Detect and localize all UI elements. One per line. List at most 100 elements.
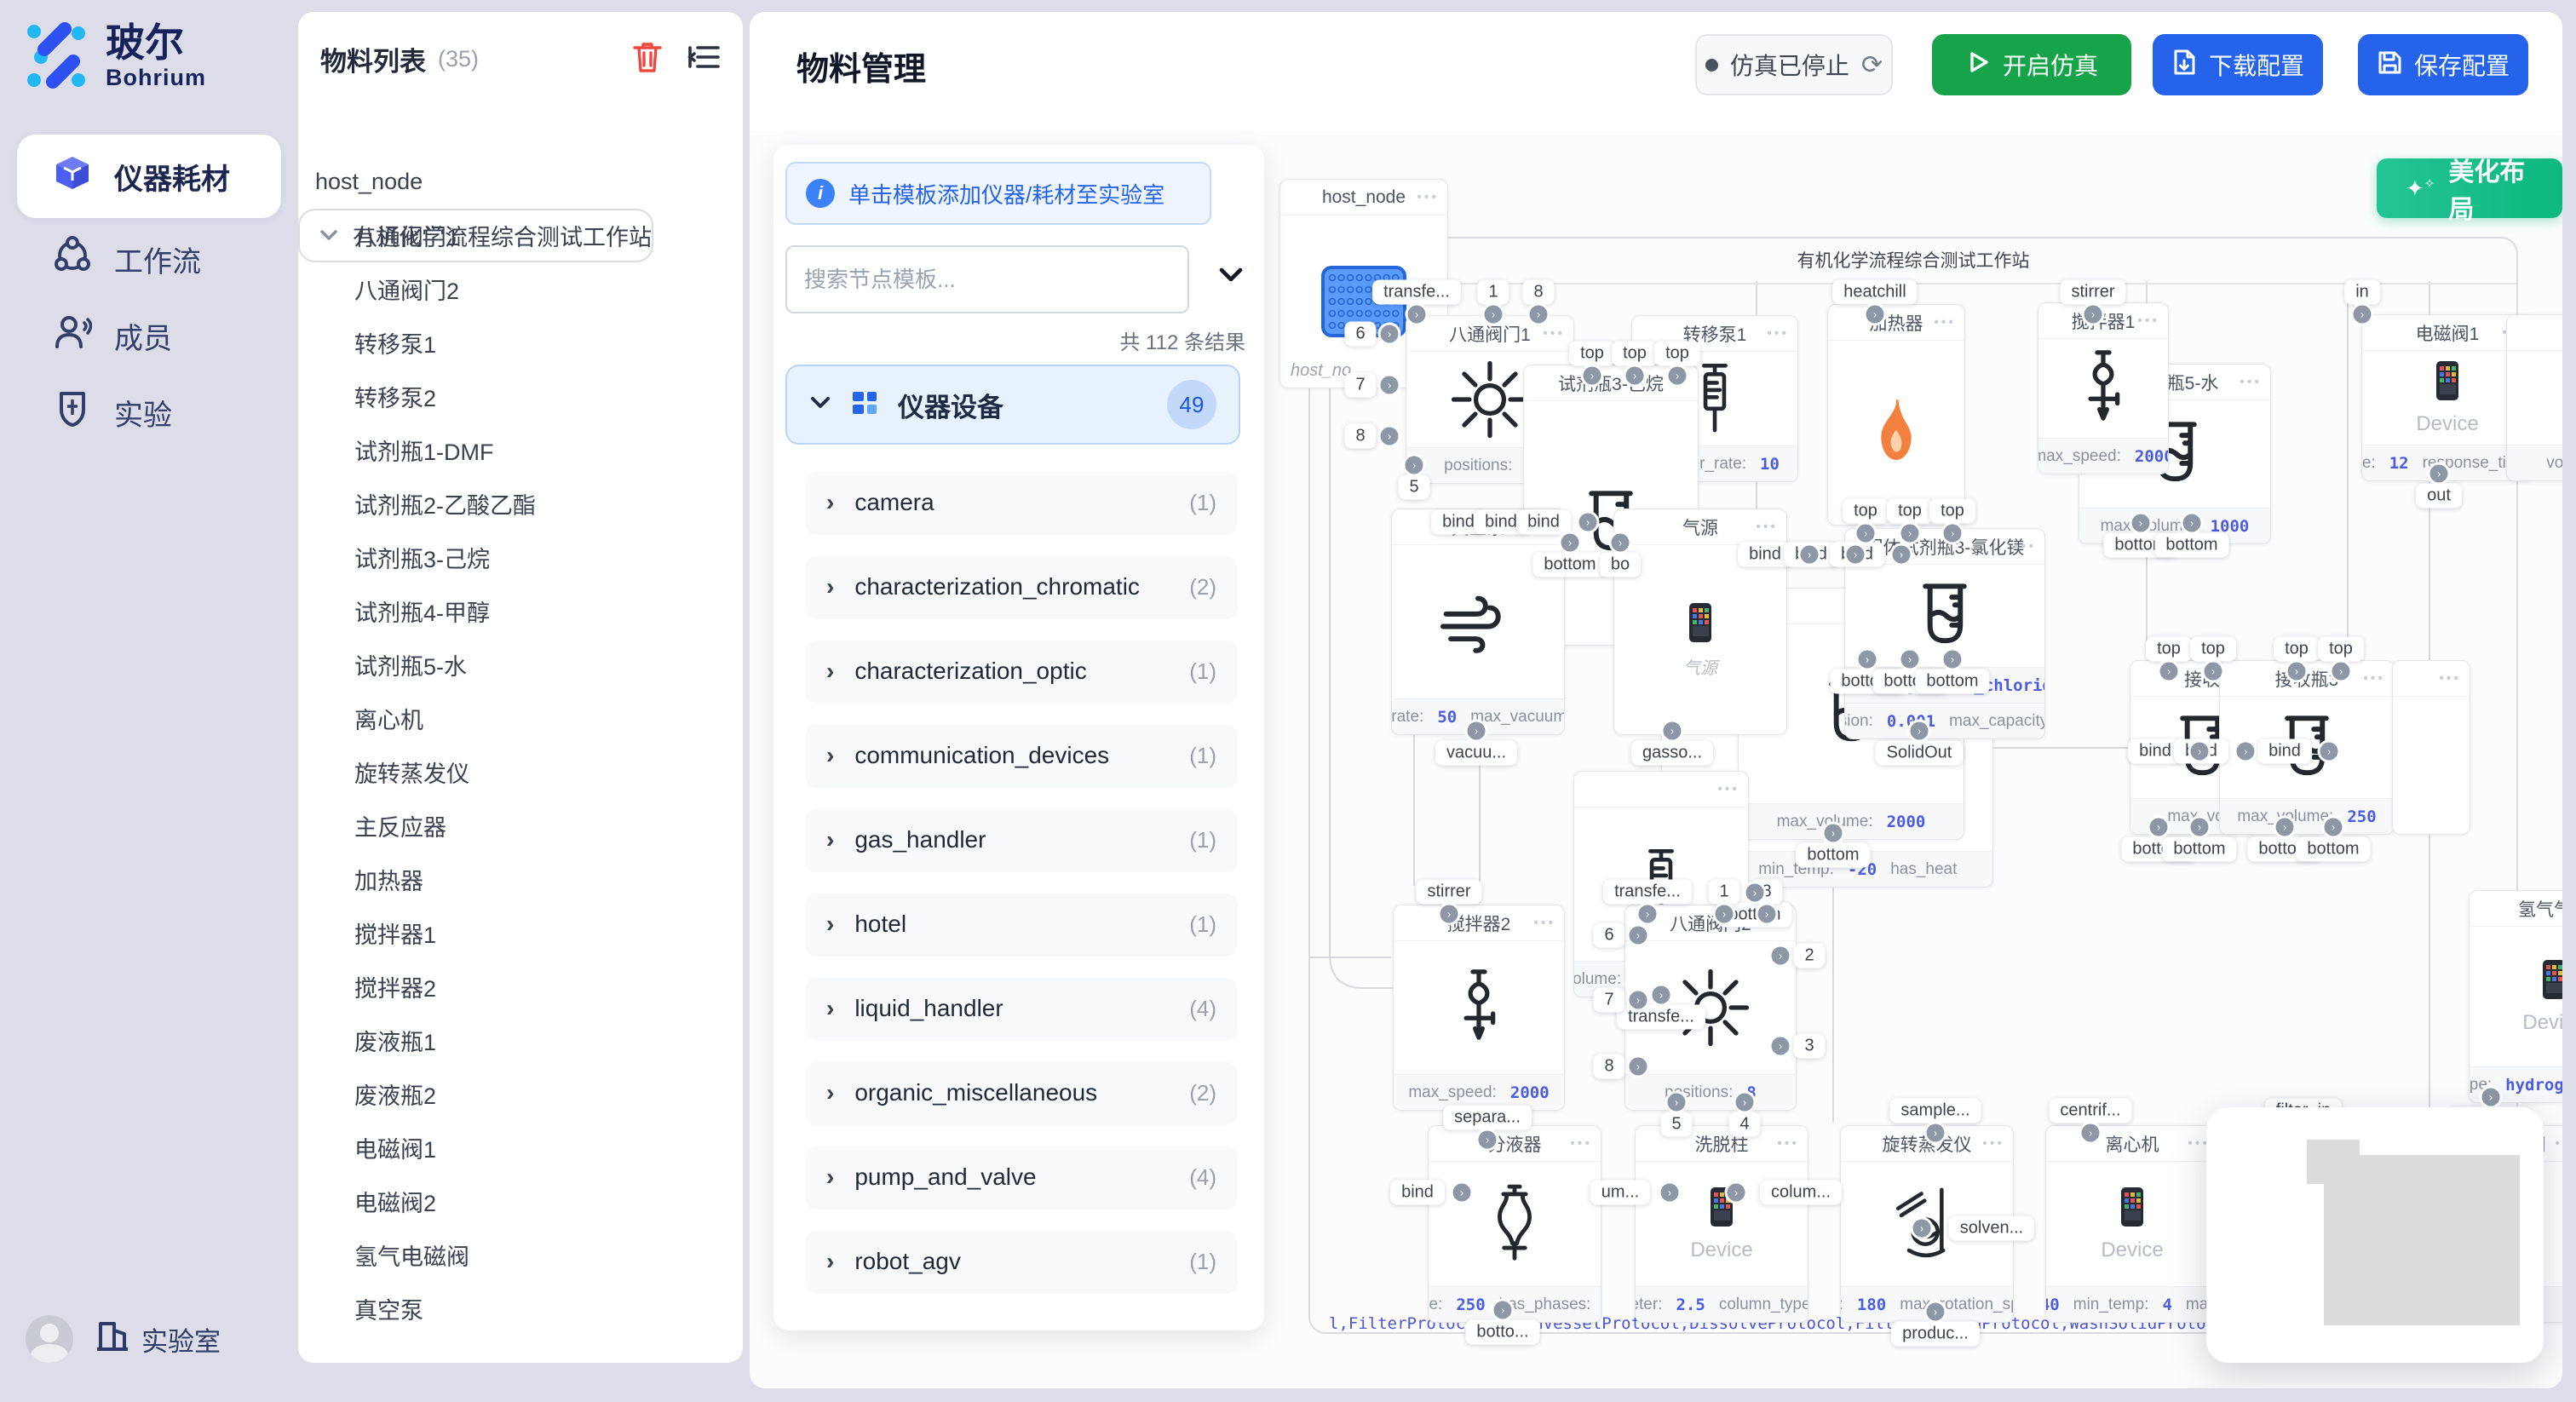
node-menu-icon[interactable]: •••	[1717, 782, 1739, 797]
node-搅拌器2[interactable]: 搅拌器2•••max_speed:2000	[1393, 905, 1565, 1111]
tree-item-workstation[interactable]: 有机化学流程综合测试工作站	[298, 209, 653, 262]
port-dot-icon[interactable]: ›	[2482, 1089, 2500, 1106]
port-dot-icon[interactable]: ›	[2325, 819, 2343, 836]
node-menu-icon[interactable]: •••	[1533, 916, 1555, 931]
node-menu-icon[interactable]: •••	[2363, 671, 2385, 687]
port-dot-icon[interactable]: ›	[1584, 367, 1601, 385]
port-dot-icon[interactable]: ›	[1453, 1184, 1471, 1202]
tree-item[interactable]: 主反应器	[298, 799, 743, 853]
tree-item[interactable]: 转移泵1	[298, 316, 743, 370]
tree-item[interactable]: 搅拌器2	[298, 960, 743, 1014]
search-template-input[interactable]	[785, 245, 1189, 313]
subcategory-communication_devices[interactable]: ›communication_devices(1)	[806, 725, 1237, 786]
beautify-layout-button[interactable]: ✦✧美化布局	[2377, 158, 2562, 218]
node-menu-icon[interactable]: •••	[1982, 1136, 2004, 1152]
port-dot-icon[interactable]: ›	[2320, 743, 2338, 761]
node-menu-icon[interactable]: •••	[1934, 315, 1956, 330]
port-dot-icon[interactable]: ›	[1668, 1094, 1686, 1112]
tree-item[interactable]: 八通阀门2	[298, 262, 743, 316]
category-instruments[interactable]: 仪器设备 49	[785, 365, 1240, 445]
port-dot-icon[interactable]: ›	[1716, 905, 1734, 923]
port-dot-icon[interactable]: ›	[1772, 947, 1790, 965]
tree-item[interactable]: 试剂瓶1-DMF	[298, 423, 743, 477]
node-menu-icon[interactable]: •••	[1767, 326, 1789, 342]
download-config-button[interactable]: 下载配置	[2153, 34, 2323, 95]
refresh-icon[interactable]: ⟳	[1861, 50, 1883, 80]
sidebar-item-experiments[interactable]: 实验	[17, 376, 281, 448]
port-dot-icon[interactable]: ›	[1944, 651, 1962, 669]
port-dot-icon[interactable]: ›	[2191, 819, 2209, 836]
port-dot-icon[interactable]: ›	[1561, 534, 1579, 552]
node-card[interactable]: •••	[2392, 660, 2470, 835]
port-dot-icon[interactable]: ›	[2150, 819, 2168, 836]
port-dot-icon[interactable]: ›	[1772, 1037, 1790, 1055]
port-dot-icon[interactable]: ›	[1406, 457, 1423, 474]
port-dot-icon[interactable]: ›	[1494, 1301, 1512, 1319]
port-dot-icon[interactable]: ›	[1847, 546, 1865, 564]
tree-item[interactable]: 氢气电磁阀	[298, 1228, 743, 1282]
port-dot-icon[interactable]: ›	[1612, 534, 1630, 552]
port-dot-icon[interactable]: ›	[1669, 367, 1687, 385]
sidebar-item-instruments[interactable]: 仪器耗材	[17, 135, 281, 218]
port-dot-icon[interactable]: ›	[1661, 1184, 1679, 1202]
port-dot-icon[interactable]: ›	[1859, 651, 1877, 669]
subcategory-organic_miscellaneous[interactable]: ›organic_miscellaneous(2)	[806, 1062, 1237, 1123]
node-menu-icon[interactable]: •••	[1543, 326, 1565, 342]
node-离心机[interactable]: 离心机•••Devicep:40min_temp:4max_spe	[2045, 1125, 2219, 1323]
port-dot-icon[interactable]: ›	[1913, 1220, 1931, 1238]
port-dot-icon[interactable]: ›	[1927, 1303, 1945, 1321]
port-dot-icon[interactable]: ›	[1746, 884, 1764, 902]
tree-item[interactable]: 旋转蒸发仪	[298, 745, 743, 799]
subcategory-camera[interactable]: ›camera(1)	[806, 472, 1237, 533]
node-加热器[interactable]: 加热器•••	[1827, 304, 1965, 526]
node-menu-icon[interactable]: •••	[1777, 1136, 1799, 1152]
port-dot-icon[interactable]: ›	[2082, 1124, 2100, 1142]
port-dot-icon[interactable]: ›	[1408, 306, 1426, 324]
port-dot-icon[interactable]: ›	[2276, 819, 2294, 836]
port-dot-icon[interactable]: ›	[1639, 905, 1657, 923]
port-dot-icon[interactable]: ›	[2288, 663, 2306, 681]
port-dot-icon[interactable]: ›	[1653, 986, 1670, 1004]
node-洗脱柱[interactable]: 洗脱柱•••Devicediameter:2.5column_type:si	[1635, 1125, 1808, 1323]
subcategory-characterization_optic[interactable]: ›characterization_optic(1)	[806, 641, 1237, 702]
node-menu-icon[interactable]: •••	[1570, 1136, 1592, 1152]
port-dot-icon[interactable]: ›	[1530, 306, 1548, 324]
port-dot-icon[interactable]: ›	[1736, 1094, 1754, 1112]
tree-item[interactable]: 真空泵	[298, 1282, 743, 1336]
subcategory-hotel[interactable]: ›hotel(1)	[806, 893, 1237, 955]
tree-item[interactable]: 试剂瓶4-甲醇	[298, 584, 743, 638]
port-dot-icon[interactable]: ›	[2183, 514, 2201, 532]
tree-item[interactable]: 加热器	[298, 853, 743, 906]
port-dot-icon[interactable]: ›	[1381, 376, 1399, 394]
tree-item[interactable]: 废液瓶1	[298, 1014, 743, 1067]
port-dot-icon[interactable]: ›	[1630, 991, 1647, 1009]
port-dot-icon[interactable]: ›	[1893, 546, 1911, 564]
node-menu-icon[interactable]: •••	[1756, 520, 1778, 535]
port-dot-icon[interactable]: ›	[2354, 306, 2372, 324]
tree-item[interactable]: 搅拌器1	[298, 906, 743, 960]
start-simulation-button[interactable]: 开启仿真	[1932, 34, 2131, 95]
port-dot-icon[interactable]: ›	[1901, 525, 1919, 543]
port-dot-icon[interactable]: ›	[1866, 306, 1884, 324]
collapse-list-icon[interactable]	[687, 42, 721, 77]
port-dot-icon[interactable]: ›	[1479, 1131, 1497, 1149]
port-dot-icon[interactable]: ›	[1927, 1124, 1945, 1142]
subcategory-gas_handler[interactable]: ›gas_handler(1)	[806, 809, 1237, 871]
port-dot-icon[interactable]: ›	[1758, 905, 1776, 923]
port-dot-icon[interactable]: ›	[1801, 546, 1819, 564]
port-dot-icon[interactable]: ›	[2430, 465, 2448, 483]
port-dot-icon[interactable]: ›	[2160, 663, 2178, 681]
simulation-status-pill[interactable]: 仿真已停止 ⟳	[1695, 34, 1893, 95]
port-dot-icon[interactable]: ›	[1911, 722, 1929, 740]
tree-item[interactable]: 离心机	[298, 692, 743, 745]
port-dot-icon[interactable]: ›	[1381, 428, 1399, 445]
port-dot-icon[interactable]: ›	[1468, 722, 1486, 740]
sidebar-item-members[interactable]: 成员	[17, 300, 281, 371]
tree-item-host-node[interactable]: host_node	[298, 155, 743, 209]
node-menu-icon[interactable]: •••	[2137, 313, 2159, 329]
port-dot-icon[interactable]: ›	[1630, 927, 1647, 945]
tree-item[interactable]: 试剂瓶2-乙酸乙酯	[298, 477, 743, 531]
subcategory-characterization_chromatic[interactable]: ›characterization_chromatic(2)	[806, 556, 1237, 618]
tree-item[interactable]: 试剂瓶3-己烷	[298, 531, 743, 584]
trash-icon[interactable]	[632, 41, 663, 78]
